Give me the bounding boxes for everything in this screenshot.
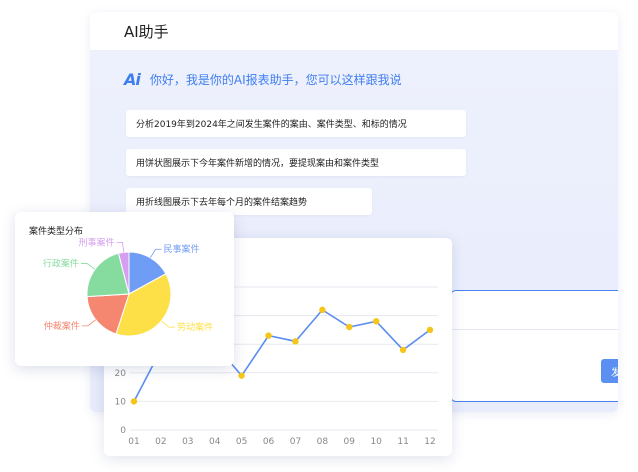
x-tick-label: 02 xyxy=(155,437,166,447)
y-tick-label: 20 xyxy=(115,369,127,379)
data-point xyxy=(265,332,272,339)
send-button-label: 发送 xyxy=(611,367,618,379)
suggestion-chip[interactable]: 分析2019年到2024年之间发生案件的案由、案件类型、和标的情况 xyxy=(126,110,466,137)
pie-slice-label: 劳动案件 xyxy=(177,321,213,333)
data-point xyxy=(238,372,245,379)
x-tick-label: 10 xyxy=(370,437,382,447)
greeting: Ai 你好，我是你的AI报表助手，您可以这样跟我说 xyxy=(124,70,402,89)
y-tick-label: 0 xyxy=(120,426,126,436)
x-tick-label: 11 xyxy=(397,437,408,447)
pie-slice-label: 行政案件 xyxy=(43,257,79,269)
data-point xyxy=(399,346,407,354)
pie-label-leader xyxy=(80,263,96,270)
input-divider xyxy=(451,329,618,330)
message-input[interactable]: 发送 xyxy=(450,290,618,402)
pie-label-leader xyxy=(150,248,162,259)
x-tick-label: 12 xyxy=(424,437,435,447)
x-tick-label: 06 xyxy=(263,437,275,447)
greeting-text: 你好，我是你的AI报表助手，您可以这样跟我说 xyxy=(149,73,402,87)
x-tick-label: 04 xyxy=(209,437,221,447)
pie-chart: 民事案件劳动案件 仲裁案件 行政案件 刑事案件 xyxy=(43,236,213,337)
x-tick-label: 07 xyxy=(290,437,301,447)
x-tick-label: 08 xyxy=(317,437,329,447)
data-point xyxy=(130,398,138,405)
x-tick-label: 01 xyxy=(128,437,139,447)
pie-slice-label: 民事案件 xyxy=(163,243,199,255)
window-header: AI助手 xyxy=(90,12,618,51)
x-tick-label: 03 xyxy=(182,437,193,447)
y-tick-label: 10 xyxy=(115,397,127,407)
pie-label-leader xyxy=(116,242,125,253)
data-point xyxy=(346,323,353,331)
window-title: AI助手 xyxy=(124,22,169,41)
data-point xyxy=(319,306,326,314)
data-point xyxy=(426,326,434,334)
pie-slice-label: 仲裁案件 xyxy=(44,320,80,332)
ai-logo-icon: Ai xyxy=(124,70,141,89)
pie-slice-label: 刑事案件 xyxy=(78,236,114,248)
send-button[interactable]: 发送 xyxy=(601,359,618,383)
data-point xyxy=(372,318,380,325)
suggestion-chip[interactable]: 用折线图展示下去年每个月的案件结案趋势 xyxy=(126,188,372,215)
x-tick-label: 05 xyxy=(236,437,247,447)
pie-label-leader xyxy=(81,319,97,327)
x-tick-label: 09 xyxy=(344,437,356,447)
pie-chart-card: 案件类型分布 民事案件 劳动案件 仲裁案件 行政案件 刑事案件 xyxy=(15,212,234,366)
suggestion-chip[interactable]: 用饼状图展示下今年案件新增的情况，要提现案由和案件类型 xyxy=(126,149,466,176)
data-point xyxy=(292,338,299,345)
pie-label-leader xyxy=(161,320,176,328)
